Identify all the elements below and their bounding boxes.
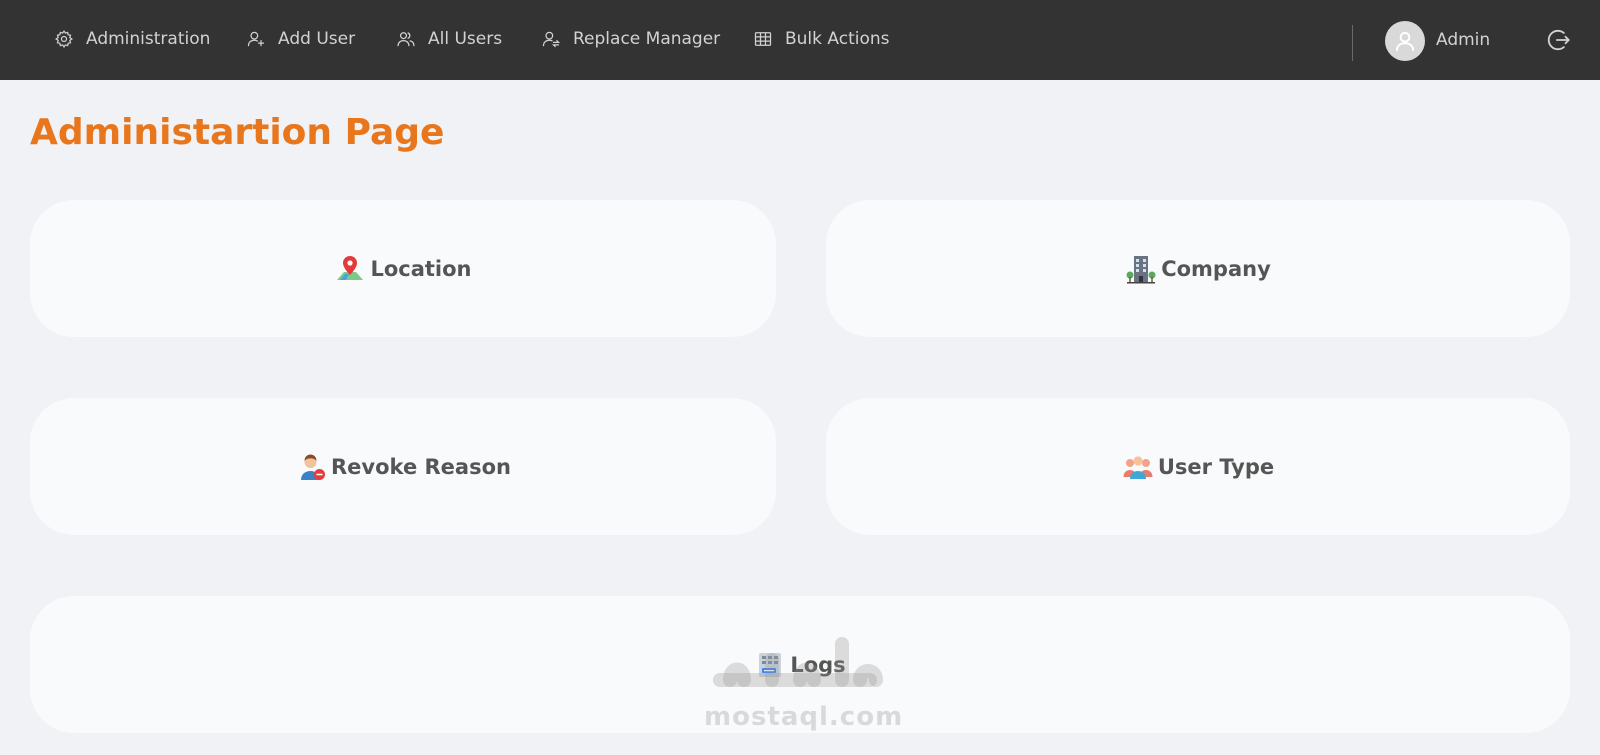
nav-divider xyxy=(1352,25,1353,61)
page-title: Administartion Page xyxy=(30,112,445,153)
card-label: Logs xyxy=(790,652,846,677)
card-company-label-group: Company xyxy=(1125,253,1271,285)
table-icon xyxy=(754,32,772,46)
logout-icon xyxy=(1547,29,1570,51)
logout-button[interactable] xyxy=(1546,27,1572,53)
user-name[interactable]: Admin xyxy=(1436,30,1490,50)
card-revoke-reason[interactable]: Revoke Reason xyxy=(30,398,776,535)
card-label: User Type xyxy=(1157,454,1275,479)
nav-item-replace-manager[interactable]: Replace Manager xyxy=(541,26,720,52)
nav-item-label: Bulk Actions xyxy=(785,29,890,49)
card-location[interactable]: Location xyxy=(30,200,776,337)
nav-item-add-user[interactable]: Add User xyxy=(246,26,355,52)
nav-item-label: All Users xyxy=(428,29,503,49)
card-user-type[interactable]: User Type xyxy=(826,398,1570,535)
card-logs[interactable]: Logs xyxy=(30,596,1570,733)
building-icon xyxy=(1126,255,1156,283)
user-switch-icon xyxy=(542,31,561,48)
users-icon xyxy=(397,32,415,47)
nav-item-label: Administration xyxy=(86,29,211,49)
card-location-label-group: Location xyxy=(334,253,472,285)
top-navigation-bar: Administration Add User All Users Replac… xyxy=(0,0,1600,80)
card-label: Location xyxy=(370,256,472,281)
card-revoke-reason-label-group: Revoke Reason xyxy=(295,451,511,483)
card-label: Company xyxy=(1161,256,1271,281)
gear-icon xyxy=(54,29,74,49)
card-company[interactable]: Company xyxy=(826,200,1570,337)
map-pin-icon xyxy=(337,255,364,280)
nav-item-all-users[interactable]: All Users xyxy=(396,26,502,52)
card-label: Revoke Reason xyxy=(331,454,511,479)
nav-item-bulk-actions[interactable]: Bulk Actions xyxy=(753,26,890,52)
avatar[interactable] xyxy=(1385,21,1425,61)
logs-icon xyxy=(759,652,782,677)
user-plus-icon xyxy=(247,31,265,47)
card-user-type-label-group: User Type xyxy=(1122,451,1274,483)
nav-item-administration[interactable]: Administration xyxy=(54,26,210,52)
nav-item-label: Add User xyxy=(278,29,356,49)
user-revoke-icon xyxy=(301,454,326,480)
card-logs-label-group: Logs xyxy=(754,649,846,681)
user-group-icon xyxy=(1123,455,1153,479)
user-avatar-icon xyxy=(1395,31,1415,52)
nav-item-label: Replace Manager xyxy=(573,29,721,49)
